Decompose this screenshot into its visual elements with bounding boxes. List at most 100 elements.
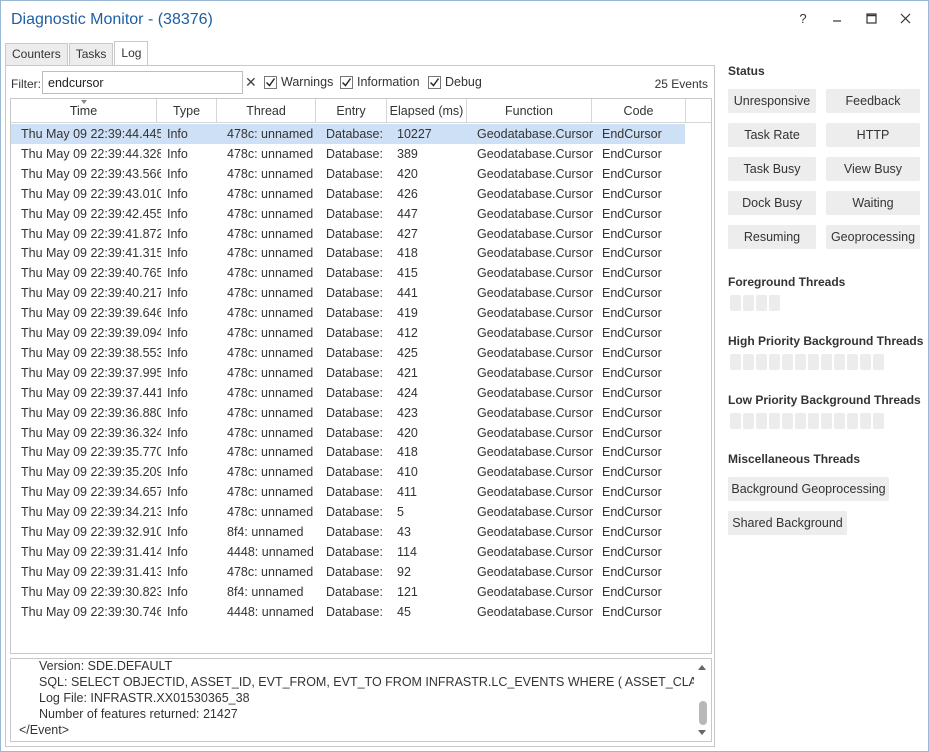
cell-elapsed: 420 xyxy=(397,425,418,440)
table-row[interactable]: Thu May 09 22:39:39.646 Info 478c: unnamed… xyxy=(11,303,685,323)
table-row[interactable]: Thu May 09 22:39:42.455 Info 478c: unnamed… xyxy=(11,204,685,224)
cell-thread: 478c: unnamed xyxy=(227,425,314,440)
cell-entry: Database: v xyxy=(326,604,384,619)
table-row[interactable]: Thu May 09 22:39:43.566 Info 478c: unnamed… xyxy=(11,164,685,184)
maximize-button[interactable] xyxy=(854,7,888,29)
clear-filter-icon[interactable]: ✕ xyxy=(245,74,257,91)
minimize-button[interactable] xyxy=(820,7,854,29)
geoprocessing-status-button[interactable]: Geoprocessing xyxy=(826,225,920,249)
cell-type: Info xyxy=(167,345,188,360)
cell-function: Geodatabase.Cursor xyxy=(477,485,594,500)
tab-log[interactable]: Log xyxy=(114,41,149,65)
cell-type: Info xyxy=(167,246,188,261)
resuming-status-button[interactable]: Resuming xyxy=(728,225,816,249)
foreground-thread-block xyxy=(743,295,754,311)
cell-thread: 478c: unnamed xyxy=(227,505,314,520)
tab-counters[interactable]: Counters xyxy=(5,43,68,65)
table-row[interactable]: Thu May 09 22:39:36.324 Info 478c: unnamed… xyxy=(11,423,685,443)
table-row[interactable]: Thu May 09 22:39:31.414 Info 4448: unnamed… xyxy=(11,542,685,562)
table-row[interactable]: Thu May 09 22:39:30.746 Info 4448: unnamed… xyxy=(11,602,685,622)
high-priority-thread-block xyxy=(860,354,871,370)
table-row[interactable]: Thu May 09 22:39:38.553 Info 478c: unnamed… xyxy=(11,343,685,363)
table-row[interactable]: Thu May 09 22:39:34.213 Info 478c: unnamed… xyxy=(11,502,685,522)
table-row[interactable]: Thu May 09 22:39:37.995 Info 478c: unnamed… xyxy=(11,363,685,383)
column-header-type[interactable]: Type xyxy=(157,99,217,123)
column-header-thread[interactable]: Thread xyxy=(217,99,316,123)
low-priority-thread-block xyxy=(756,413,767,429)
cell-function: Geodatabase.Cursor xyxy=(477,604,594,619)
information-checkbox[interactable]: Information xyxy=(340,75,420,89)
table-row[interactable]: Thu May 09 22:39:44.328 Info 478c: unnamed… xyxy=(11,144,685,164)
task-rate-status-button[interactable]: Task Rate xyxy=(728,123,816,147)
cell-time: Thu May 09 22:39:34.657 xyxy=(21,485,161,500)
cell-code: EndCursor xyxy=(602,306,662,321)
column-header-function[interactable]: Function xyxy=(467,99,592,123)
table-row[interactable]: Thu May 09 22:39:43.010 Info 478c: unnamed… xyxy=(11,184,685,204)
tab-bar: Counters Tasks Log xyxy=(5,41,149,65)
cell-function: Geodatabase.Cursor xyxy=(477,445,594,460)
cell-code: EndCursor xyxy=(602,246,662,261)
column-header-code[interactable]: Code xyxy=(592,99,686,123)
unresponsive-status-button[interactable]: Unresponsive xyxy=(728,89,816,113)
cell-entry: Database: v xyxy=(326,206,384,221)
checkbox-checked-icon xyxy=(428,75,441,89)
scroll-up-icon[interactable] xyxy=(698,665,706,670)
table-row[interactable]: Thu May 09 22:39:39.094 Info 478c: unnamed… xyxy=(11,323,685,343)
table-row[interactable]: Thu May 09 22:39:35.209 Info 478c: unnamed… xyxy=(11,462,685,482)
column-header-entry[interactable]: Entry xyxy=(316,99,387,123)
shared-background-button[interactable]: Shared Background xyxy=(728,511,847,535)
column-header-elapsed[interactable]: Elapsed (ms) xyxy=(387,99,467,123)
table-row[interactable]: Thu May 09 22:39:31.413 Info 478c: unnamed… xyxy=(11,562,685,582)
table-row[interactable]: Thu May 09 22:39:36.880 Info 478c: unnamed… xyxy=(11,403,685,423)
task-busy-status-button[interactable]: Task Busy xyxy=(728,157,816,181)
detail-line: </Event> xyxy=(19,723,70,737)
help-button[interactable]: ? xyxy=(786,7,820,29)
cell-elapsed: 419 xyxy=(397,306,418,321)
low-priority-threads xyxy=(730,413,886,429)
cell-type: Info xyxy=(167,425,188,440)
cell-function: Geodatabase.Cursor xyxy=(477,365,594,380)
scroll-thumb[interactable] xyxy=(699,701,707,725)
cell-thread: 478c: unnamed xyxy=(227,345,314,360)
tab-tasks[interactable]: Tasks xyxy=(68,43,114,65)
cell-entry: Database: v xyxy=(326,266,384,281)
close-icon xyxy=(900,13,910,23)
table-row[interactable]: Thu May 09 22:39:40.217 Info 478c: unnamed… xyxy=(11,283,685,303)
table-row[interactable]: Thu May 09 22:39:32.910 Info 8f4: unnamed D… xyxy=(11,522,685,542)
http-status-button[interactable]: HTTP xyxy=(826,123,920,147)
cell-function: Geodatabase.Cursor xyxy=(477,206,594,221)
waiting-status-button[interactable]: Waiting xyxy=(826,191,920,215)
table-row[interactable]: Thu May 09 22:39:37.441 Info 478c: unnamed… xyxy=(11,383,685,403)
filter-input[interactable] xyxy=(42,71,243,94)
column-header-time[interactable]: Time xyxy=(11,99,157,123)
cell-entry: Database: v xyxy=(326,186,384,201)
event-details-pane: Version: SDE.DEFAULT SQL: SELECT OBJECTI… xyxy=(10,658,712,742)
cell-elapsed: 421 xyxy=(397,365,418,380)
table-row[interactable]: Thu May 09 22:39:30.823 Info 8f4: unnamed D… xyxy=(11,582,685,602)
warnings-checkbox[interactable]: Warnings xyxy=(264,75,333,89)
cell-time: Thu May 09 22:39:44.445 xyxy=(21,127,161,141)
dock-busy-status-button[interactable]: Dock Busy xyxy=(728,191,816,215)
cell-elapsed: 418 xyxy=(397,246,418,261)
table-row[interactable]: Thu May 09 22:39:34.657 Info 478c: unnamed… xyxy=(11,482,685,502)
cell-time: Thu May 09 22:39:31.414 xyxy=(21,544,161,559)
cell-elapsed: 447 xyxy=(397,206,418,221)
close-button[interactable] xyxy=(888,7,922,29)
low-priority-thread-block xyxy=(769,413,780,429)
details-scrollbar[interactable] xyxy=(694,659,711,741)
low-priority-thread-block xyxy=(795,413,806,429)
feedback-status-button[interactable]: Feedback xyxy=(826,89,920,113)
debug-checkbox[interactable]: Debug xyxy=(428,75,482,89)
table-row[interactable]: Thu May 09 22:39:35.770 Info 478c: unnamed… xyxy=(11,442,685,462)
scroll-down-icon[interactable] xyxy=(698,730,706,735)
cell-type: Info xyxy=(167,186,188,201)
filter-bar: Filter: ✕ Warnings Information Debug 25 … xyxy=(6,66,714,98)
table-row[interactable]: Thu May 09 22:39:44.445 Info 478c: unnamed… xyxy=(11,124,685,144)
table-row[interactable]: Thu May 09 22:39:41.872 Info 478c: unnamed… xyxy=(11,224,685,244)
table-row[interactable]: Thu May 09 22:39:40.765 Info 478c: unnamed… xyxy=(11,263,685,283)
view-busy-status-button[interactable]: View Busy xyxy=(826,157,920,181)
table-row[interactable]: Thu May 09 22:39:41.315 Info 478c: unnamed… xyxy=(11,243,685,263)
cell-elapsed: 10227 xyxy=(397,127,432,141)
background-geoprocessing-button[interactable]: Background Geoprocessing xyxy=(728,477,889,501)
cell-thread: 478c: unnamed xyxy=(227,286,314,301)
